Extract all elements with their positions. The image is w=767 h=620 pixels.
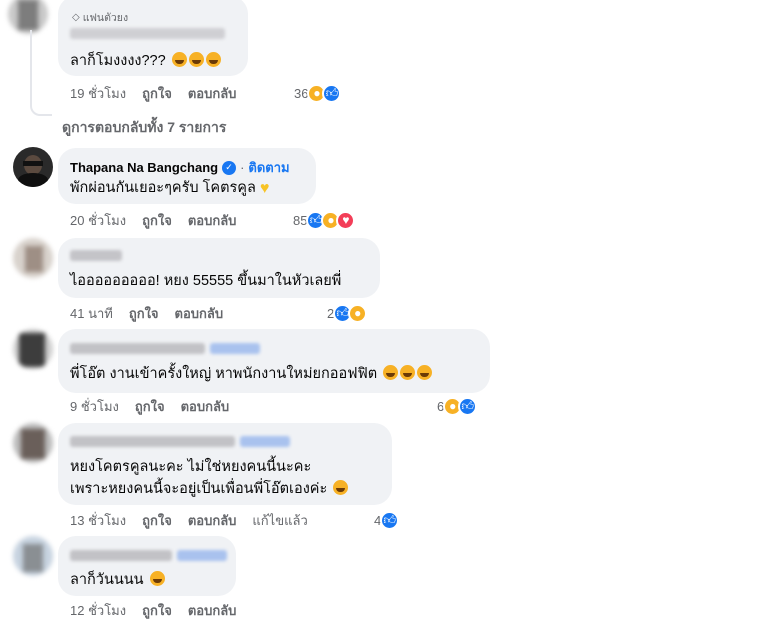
- commenter-name[interactable]: [70, 550, 172, 561]
- rofl-emoji-icon: [383, 365, 399, 380]
- comment-text: พี่โอ๊ต งานเข้าครั้งใหญ่ หาพนักงานใหม่ยก…: [70, 363, 433, 385]
- verified-icon: ✓: [222, 160, 237, 175]
- edited-label: แก้ไขแล้ว: [252, 512, 308, 528]
- timestamp[interactable]: 19 ชั่วโมง: [70, 83, 126, 104]
- avatar[interactable]: [8, 0, 48, 34]
- reply-button[interactable]: ตอบกลับ: [188, 510, 237, 531]
- yellow-heart-icon: ♥: [259, 180, 270, 197]
- fan-badge: ◇ แฟนตัวยง: [72, 12, 129, 24]
- commenter-name[interactable]: [70, 28, 225, 39]
- reply-button[interactable]: ตอบกลับ: [181, 396, 230, 417]
- diamond-icon: ◇: [72, 12, 80, 23]
- reply-button[interactable]: ตอบกลับ: [188, 210, 237, 231]
- comment-actions: 13 ชั่วโมง ถูกใจ ตอบกลับ แก้ไขแล้ว: [70, 511, 324, 529]
- commenter-name-row: Thapana Na Bangchang ✓ · ติดตาม: [70, 157, 290, 178]
- commenter-name[interactable]: Thapana Na Bangchang: [70, 160, 218, 175]
- timestamp[interactable]: 41 นาที: [70, 303, 113, 324]
- reply-button[interactable]: ตอบกลับ: [175, 303, 224, 324]
- commenter-badge: [240, 436, 290, 447]
- laugh-emoji-icon: [205, 52, 221, 67]
- comment-text: ลาก็วันนนน: [70, 569, 165, 591]
- laugh-emoji-icon: [333, 480, 349, 495]
- rofl-emoji-icon: [400, 365, 416, 380]
- avatar[interactable]: [13, 423, 53, 463]
- timestamp[interactable]: 20 ชั่วโมง: [70, 210, 126, 231]
- comment-text: ลาก็โมงงงง???: [70, 50, 221, 72]
- like-button[interactable]: ถูกใจ: [135, 396, 165, 417]
- comment-actions: 41 นาที ถูกใจ ตอบกลับ: [70, 304, 239, 322]
- timestamp[interactable]: 12 ชั่วโมง: [70, 600, 126, 620]
- reaction-summary[interactable]: 6 ● 👍︎: [437, 396, 478, 416]
- view-replies-link[interactable]: ดูการตอบกลับทั้ง 7 รายการ: [62, 117, 226, 139]
- laugh-emoji-icon: [149, 571, 165, 586]
- like-icon: 👍︎: [322, 83, 342, 103]
- avatar[interactable]: [13, 329, 53, 369]
- reaction-summary[interactable]: 36 ● 👍︎: [294, 83, 342, 103]
- like-button[interactable]: ถูกใจ: [142, 210, 172, 231]
- laugh-emoji-icon: [188, 52, 204, 67]
- comment-actions: 19 ชั่วโมง ถูกใจ ตอบกลับ: [70, 84, 252, 102]
- reaction-summary[interactable]: 4 👍︎: [374, 510, 400, 530]
- comment-text: พักผ่อนกันเยอะๆครับ โคตรคูล ♥: [70, 177, 276, 199]
- reply-button[interactable]: ตอบกลับ: [188, 600, 237, 620]
- separator-dot: ·: [240, 160, 245, 175]
- timestamp[interactable]: 9 ชั่วโมง: [70, 396, 119, 417]
- like-button[interactable]: ถูกใจ: [142, 83, 172, 104]
- commenter-badge: [210, 343, 260, 354]
- avatar[interactable]: [13, 536, 53, 576]
- timestamp[interactable]: 13 ชั่วโมง: [70, 510, 126, 531]
- avatar[interactable]: [13, 147, 53, 187]
- reaction-summary[interactable]: 2 👍︎ ●: [327, 303, 368, 323]
- haha-icon: ●: [348, 303, 368, 323]
- comment-actions: 20 ชั่วโมง ถูกใจ ตอบกลับ: [70, 211, 252, 229]
- reaction-summary[interactable]: 85 👍︎ ● ♥: [293, 210, 356, 230]
- comment-text: ไอออออออออ! หยง 55555 ขึ้นมาในหัวเลยพี่: [70, 273, 342, 289]
- avatar[interactable]: [13, 238, 53, 278]
- commenter-name[interactable]: [70, 436, 235, 447]
- comment-text: หยงโคตรคูลนะคะ ไม่ใช่หยงคนนี้นะคะ เพราะห…: [70, 456, 349, 500]
- like-button[interactable]: ถูกใจ: [142, 510, 172, 531]
- comment-actions: 9 ชั่วโมง ถูกใจ ตอบกลับ: [70, 397, 245, 415]
- like-icon: 👍︎: [380, 510, 400, 530]
- reply-button[interactable]: ตอบกลับ: [188, 83, 237, 104]
- rofl-emoji-icon: [417, 365, 433, 380]
- thread-line: [30, 30, 52, 116]
- like-icon: 👍︎: [458, 396, 478, 416]
- follow-button[interactable]: ติดตาม: [248, 157, 289, 178]
- like-button[interactable]: ถูกใจ: [129, 303, 159, 324]
- comment-actions: 12 ชั่วโมง ถูกใจ ตอบกลับ: [70, 601, 252, 619]
- commenter-name[interactable]: [70, 250, 122, 261]
- love-icon: ♥: [336, 210, 356, 230]
- commenter-name[interactable]: [70, 343, 205, 354]
- commenter-badge: [177, 550, 227, 561]
- like-button[interactable]: ถูกใจ: [142, 600, 172, 620]
- laugh-emoji-icon: [171, 52, 187, 67]
